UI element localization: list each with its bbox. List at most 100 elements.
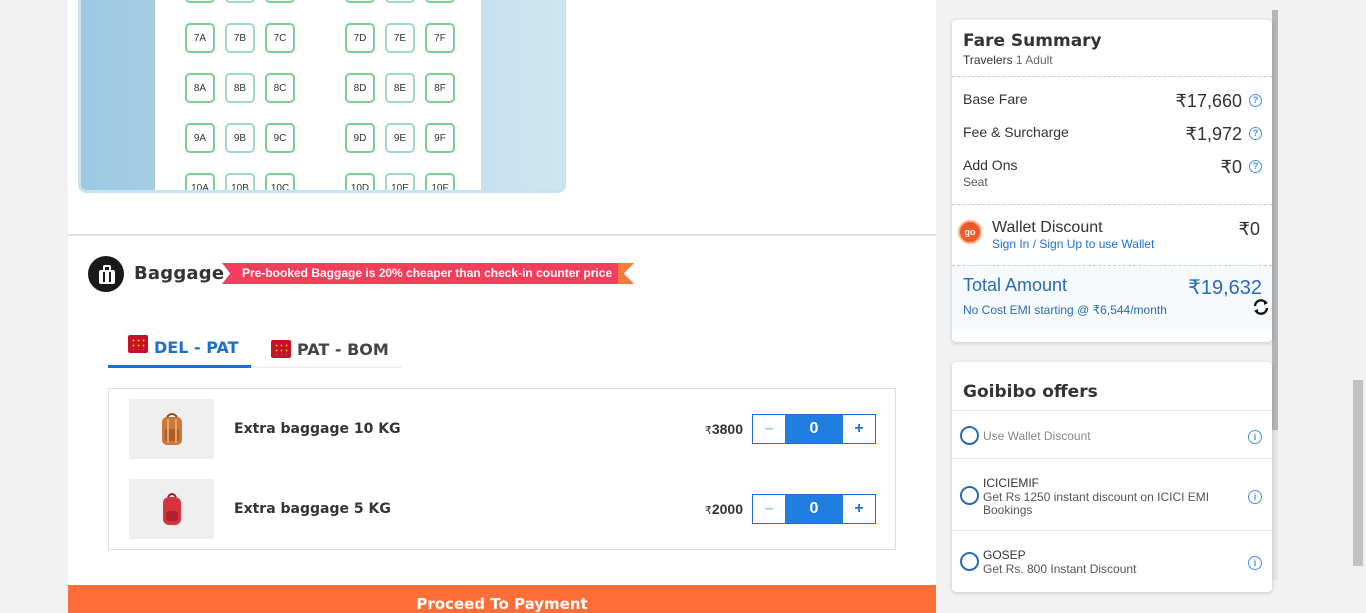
page: 7A 7B 7C 7D 7E 7F 8A 8B 8C 8D 8E 8F 9A 9B 9C 9D 9E 9F 10A 1… — [0, 0, 1366, 613]
fee-surcharge-value: ₹1,972 — [1185, 124, 1243, 144]
sidebar-scrollbar-thumb[interactable] — [1272, 10, 1278, 430]
seat-button[interactable]: 7D — [345, 23, 375, 53]
seat-button[interactable]: 7F — [425, 23, 455, 53]
baggage-title: Baggage — [134, 263, 225, 284]
info-icon[interactable]: i — [1248, 556, 1262, 570]
baggage-discount-banner: Pre-booked Baggage is 20% cheaper than c… — [222, 263, 634, 284]
airline-logo-icon — [128, 334, 148, 353]
help-icon[interactable]: ? — [1249, 94, 1262, 107]
offer-radio[interactable] — [960, 552, 979, 571]
seat-button[interactable]: 7A — [185, 23, 215, 53]
proceed-to-payment-button[interactable]: Proceed To Payment — [68, 585, 936, 613]
offer-code: GOSEP — [983, 548, 1026, 562]
seat-button[interactable] — [385, 0, 415, 3]
addons-value: ₹0 — [1220, 157, 1242, 177]
tab-del-pat[interactable]: DEL - PAT — [108, 330, 251, 368]
seat-button[interactable] — [425, 0, 455, 3]
seat-button[interactable] — [265, 0, 295, 3]
offer-code: ICICIEMIF — [983, 476, 1039, 490]
tab-pat-bom[interactable]: PAT - BOM — [271, 330, 402, 368]
seat-button[interactable] — [345, 0, 375, 3]
travelers-label: Travelers — [963, 53, 1013, 67]
tab-label: DEL - PAT — [154, 338, 239, 357]
fare-summary-card: Fare Summary Travelers 1 Adult Base Fare… — [952, 20, 1272, 342]
seat-map: 7A 7B 7C 7D 7E 7F 8A 8B 8C 8D 8E 8F 9A 9B 9C 9D 9E 9F 10A 1… — [78, 0, 566, 193]
seat-button[interactable]: 7B — [225, 23, 255, 53]
seat-button[interactable]: 9A — [185, 123, 215, 153]
seat-button[interactable]: 8A — [185, 73, 215, 103]
emi-offer-link[interactable]: No Cost EMI starting @ ₹6,544/month — [963, 303, 1167, 317]
total-amount-value: ₹19,632 — [1188, 277, 1262, 299]
offer-item-icici[interactable]: ICICIEMIF Get Rs 1250 instant discount o… — [952, 458, 1272, 530]
offers-title: Goibibo offers — [963, 382, 1098, 402]
wallet-sign-in-link[interactable]: Sign In / Sign Up to use Wallet — [992, 237, 1154, 251]
seat-button[interactable]: 10F — [425, 173, 455, 190]
price-value: 3800 — [711, 421, 743, 437]
offer-item-wallet[interactable]: Use Wallet Discount i — [952, 410, 1272, 458]
seat-button[interactable]: 8E — [385, 73, 415, 103]
list-item: Extra baggage 10 KG ₹3800 – 0 + — [109, 399, 895, 459]
help-icon[interactable]: ? — [1249, 127, 1262, 140]
seat-button[interactable]: 8D — [345, 73, 375, 103]
tab-label: PAT - BOM — [297, 339, 389, 359]
seat-button[interactable]: 9E — [385, 123, 415, 153]
seat-button[interactable]: 8B — [225, 73, 255, 103]
seat-button[interactable]: 10B — [225, 173, 255, 190]
decrement-button[interactable]: – — [753, 495, 785, 523]
seat-button[interactable] — [185, 0, 215, 3]
offer-description: Get Rs. 800 Instant Discount — [983, 562, 1137, 576]
seat-button[interactable]: 9B — [225, 123, 255, 153]
base-fare-label: Base Fare — [963, 91, 1028, 107]
seat-button[interactable]: 8C — [265, 73, 295, 103]
divider — [952, 76, 1272, 77]
offer-radio[interactable] — [960, 426, 979, 445]
rupee-symbol: ₹ — [704, 425, 712, 437]
seat-button[interactable]: 7C — [265, 23, 295, 53]
list-item: Extra baggage 5 KG ₹2000 – 0 + — [109, 479, 895, 539]
info-icon[interactable]: i — [1248, 430, 1262, 444]
seat-button[interactable]: 10D — [345, 173, 375, 190]
baggage-item-name: Extra baggage 10 KG — [234, 421, 401, 437]
baggage-item-price: ₹3800 — [699, 421, 743, 437]
price-value: 2000 — [711, 501, 743, 517]
page-scrollbar[interactable] — [1350, 0, 1366, 613]
backpack-red-image — [129, 479, 214, 539]
goibibo-wallet-logo-icon: go — [958, 220, 982, 244]
refresh-icon[interactable] — [1252, 298, 1270, 316]
sector-tabs: DEL - PAT PAT - BOM — [108, 330, 402, 368]
backpack-brown-image — [129, 399, 214, 459]
seat-button[interactable]: 10A — [185, 173, 215, 190]
seat-button[interactable] — [225, 0, 255, 3]
increment-button[interactable]: + — [843, 495, 875, 523]
offer-description: Get Rs 1250 instant discount on ICICI EM… — [983, 490, 1210, 517]
base-fare-value: ₹17,660 — [1175, 91, 1242, 111]
seat-button[interactable]: 10E — [385, 173, 415, 190]
seat-button[interactable]: 9C — [265, 123, 295, 153]
addons-label: Add Ons — [963, 157, 1018, 173]
seat-button[interactable]: 7E — [385, 23, 415, 53]
seat-button[interactable]: 9D — [345, 123, 375, 153]
total-amount-label: Total Amount — [963, 275, 1068, 295]
section-divider — [68, 234, 936, 236]
fee-surcharge-label: Fee & Surcharge — [963, 124, 1069, 140]
baggage-list: Extra baggage 10 KG ₹3800 – 0 + Extra ba… — [108, 388, 896, 550]
offer-item-gosep[interactable]: GOSEP Get Rs. 800 Instant Discount i — [952, 530, 1272, 592]
offer-radio[interactable] — [960, 486, 979, 505]
quantity-stepper: – 0 + — [752, 414, 876, 444]
travelers-value: 1 Adult — [1015, 53, 1053, 67]
rupee-symbol: ₹ — [704, 505, 712, 517]
increment-button[interactable]: + — [843, 415, 875, 443]
info-icon[interactable]: i — [1248, 490, 1262, 504]
seat-button[interactable]: 9F — [425, 123, 455, 153]
airline-logo-icon — [271, 340, 291, 358]
help-icon[interactable]: ? — [1249, 160, 1262, 173]
quantity-value: 0 — [785, 495, 843, 523]
decrement-button[interactable]: – — [753, 415, 785, 443]
baggage-icon — [88, 256, 124, 292]
page-scrollbar-thumb[interactable] — [1353, 380, 1363, 566]
seat-button[interactable]: 8F — [425, 73, 455, 103]
seat-map-cabin: 7A 7B 7C 7D 7E 7F 8A 8B 8C 8D 8E 8F 9A 9B 9C 9D 9E 9F 10A 1… — [155, 0, 481, 190]
offer-description: Use Wallet Discount — [983, 429, 1091, 443]
quantity-value: 0 — [785, 415, 843, 443]
seat-button[interactable]: 10C — [265, 173, 295, 190]
